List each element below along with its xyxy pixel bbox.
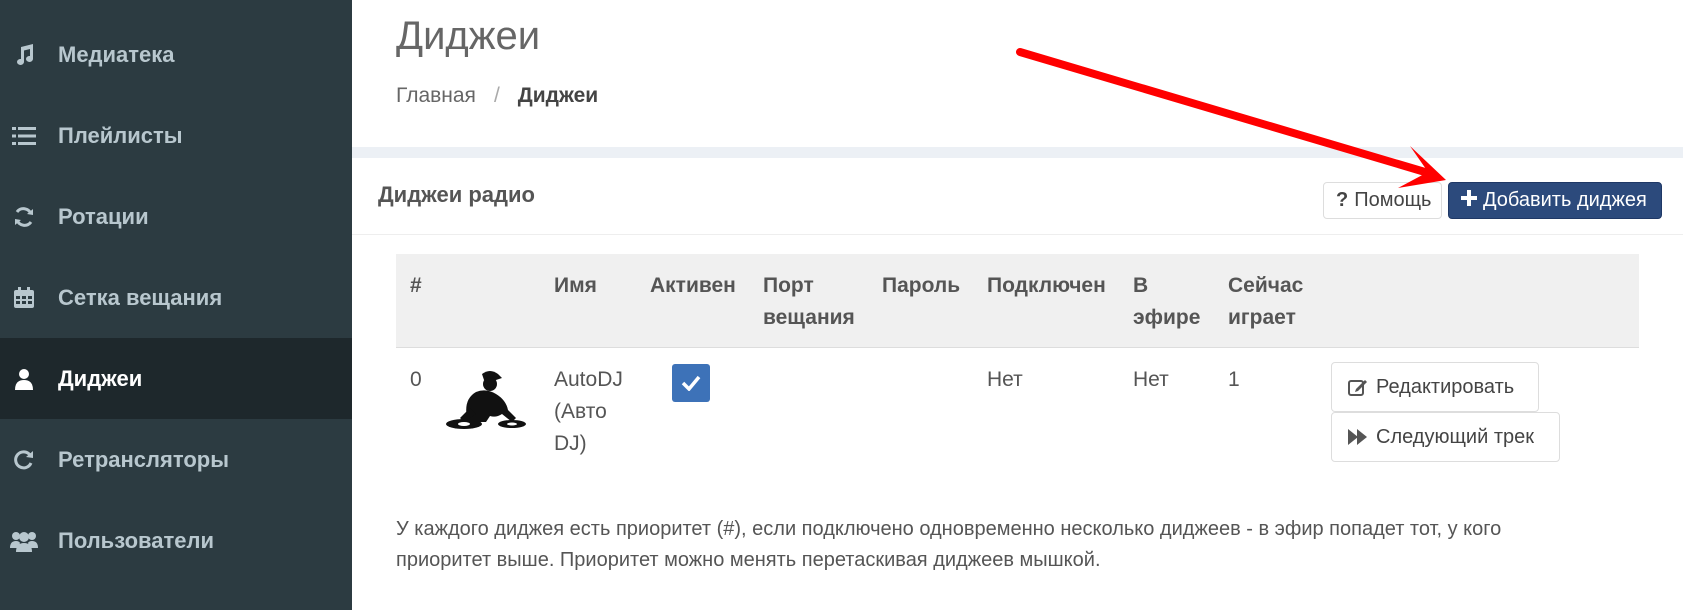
content-header: Диджеи Главная / Диджеи (352, 0, 1683, 147)
breadcrumb-separator: / (493, 84, 500, 107)
column-header-name: Имя (554, 274, 597, 297)
column-header-password: Пароль (882, 274, 961, 297)
next-track-button-label: Следующий трек (1376, 425, 1534, 448)
sidebar-item-rotations[interactable]: Ротации (0, 176, 352, 257)
sidebar-item-label: Ретрансляторы (58, 446, 230, 472)
music-icon (10, 43, 38, 66)
dj-now-playing: 1 (1228, 368, 1240, 391)
main-content: Диджеи Главная / Диджеи Диджеи радио ? П… (352, 0, 1683, 610)
edit-button[interactable]: Редактировать (1331, 362, 1539, 412)
sidebar: Медиатека Плейлисты Ротации Сетка вещани… (0, 0, 352, 610)
box-header: Диджеи радио ? Помощь Добавить диджея (352, 158, 1683, 235)
dj-active-checkbox[interactable] (672, 364, 710, 402)
dj-on-air: Нет (1133, 368, 1169, 391)
add-dj-button[interactable]: Добавить диджея (1448, 182, 1662, 219)
column-header-active: Активен (650, 274, 736, 297)
column-header-on-air: Вэфире (1133, 274, 1201, 329)
breadcrumb-current: Диджеи (517, 84, 599, 107)
fast-forward-icon (1348, 429, 1367, 445)
column-header-connected: Подключен (987, 274, 1106, 297)
sidebar-item-playlists[interactable]: Плейлисты (0, 95, 352, 176)
sidebar-item-label: Сетка вещания (58, 284, 223, 310)
sidebar-item-label: Плейлисты (58, 122, 183, 148)
sidebar-item-label: Медиатека (58, 41, 175, 67)
sidebar-item-djs[interactable]: Диджеи (0, 338, 352, 419)
dj-priority: 0 (410, 368, 422, 391)
refresh-icon (10, 206, 38, 228)
help-button[interactable]: ? Помощь (1323, 182, 1442, 219)
sidebar-item-schedule[interactable]: Сетка вещания (0, 257, 352, 338)
dj-connected: Нет (987, 368, 1023, 391)
djs-table: # Имя Активен Порт вещания Пароль Подключ… (396, 254, 1639, 482)
table-row[interactable]: 0 AutoDJ (Авто DJ) Нет Нет 1 Редактирова… (396, 348, 1639, 482)
list-icon (10, 126, 38, 146)
dj-avatar (446, 370, 528, 439)
sidebar-item-label: Пользователи (58, 527, 215, 553)
breadcrumb-home-link[interactable]: Главная (396, 84, 476, 108)
sidebar-item-label: Диджеи (58, 365, 143, 391)
column-header-priority: # (410, 274, 422, 297)
breadcrumb: Главная / Диджеи (396, 84, 598, 108)
calendar-icon (10, 286, 38, 309)
question-icon: ? (1336, 189, 1349, 211)
sidebar-item-relays[interactable]: Ретрансляторы (0, 419, 352, 500)
users-icon (10, 530, 38, 552)
edit-icon (1348, 380, 1367, 396)
help-button-label: Помощь (1354, 189, 1432, 211)
sidebar-item-mediateka[interactable]: Медиатека (0, 14, 352, 95)
dj-name: AutoDJ (Авто DJ) (554, 368, 623, 455)
repeat-icon (10, 449, 38, 471)
sidebar-item-label: Ротации (58, 203, 149, 229)
column-header-port: Порт вещания (763, 274, 855, 329)
priority-note: У каждого диджея есть приоритет (#), есл… (396, 518, 1502, 571)
djs-box: Диджеи радио ? Помощь Добавить диджея # … (352, 158, 1683, 610)
page-title: Диджеи (396, 14, 541, 58)
table-header: # Имя Активен Порт вещания Пароль Подключ… (396, 254, 1639, 348)
user-icon (10, 368, 38, 390)
box-title: Диджеи радио (378, 182, 535, 207)
check-icon (681, 375, 701, 391)
sidebar-item-users[interactable]: Пользователи (0, 500, 352, 581)
next-track-button[interactable]: Следующий трек (1331, 412, 1560, 462)
column-header-now-playing: Сейчас играет (1228, 274, 1304, 329)
plus-icon (1461, 189, 1477, 212)
edit-button-label: Редактировать (1376, 375, 1515, 398)
add-dj-button-label: Добавить диджея (1483, 189, 1647, 211)
